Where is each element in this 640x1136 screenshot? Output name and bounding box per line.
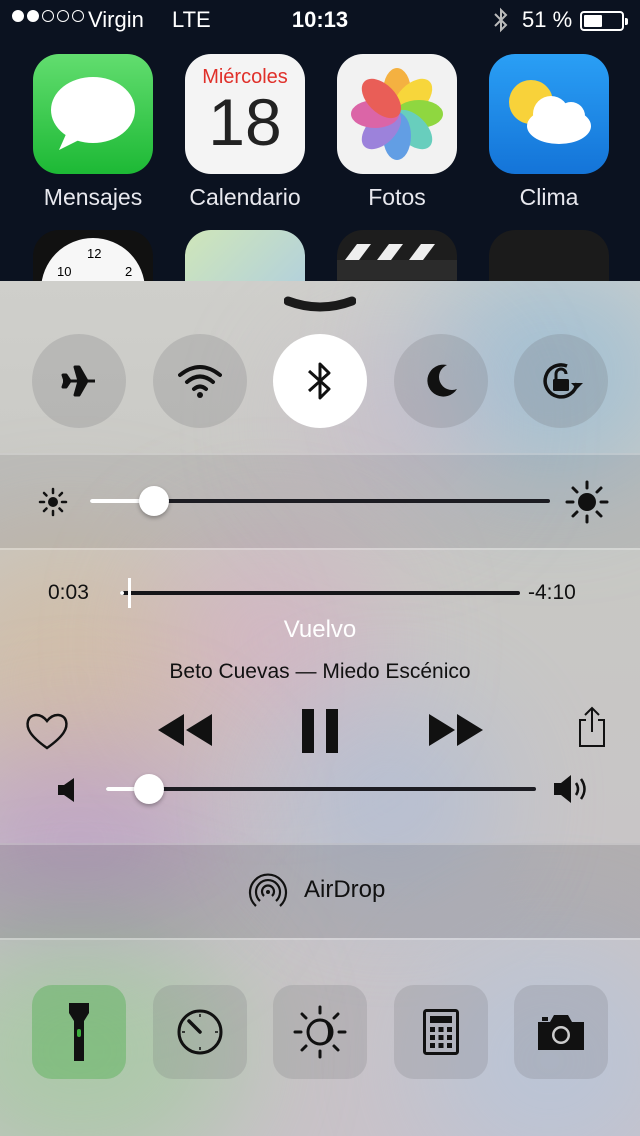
bluetooth-toggle[interactable] [273,334,367,428]
flashlight-button[interactable] [32,985,126,1079]
airdrop-label: AirDrop [304,876,386,903]
status-bar: Virgin LTE 10:13 51 % [0,0,640,40]
airdrop-icon [248,873,288,907]
calendar-date: 18 [208,85,282,159]
calculator-icon [423,1009,459,1055]
bluetooth-icon [307,362,331,400]
svg-text:12: 12 [87,246,101,261]
remaining-time: -4:10 [528,581,576,604]
wifi-toggle[interactable] [153,334,247,428]
elapsed-time: 0:03 [48,581,89,604]
home-screen: Mensajes Miércoles 18 Calendario Fotos C… [0,40,640,350]
chevron-down-icon[interactable] [283,295,357,315]
volume-slider[interactable] [106,787,536,791]
rotation-lock-toggle[interactable] [514,334,608,428]
app-label: Mensajes [43,184,143,210]
messages-app-icon[interactable] [33,54,153,174]
share-button[interactable] [576,706,608,753]
share-icon [579,706,605,747]
volume-low-icon [56,776,80,809]
volume-slider-knob[interactable] [134,774,164,804]
heart-icon[interactable] [24,710,70,757]
do-not-disturb-toggle[interactable] [394,334,488,428]
airplane-mode-toggle[interactable] [32,334,126,428]
battery-level-fill [584,15,603,27]
playback-progress-fill [120,591,124,595]
brightness-low-icon [38,487,68,522]
playback-scrubber-head[interactable] [128,578,131,608]
wifi-icon [178,365,222,398]
pause-button[interactable] [300,709,340,758]
song-artist-album: Beto Cuevas — Miedo Escénico [169,660,471,683]
app-label: Calendario [189,184,301,210]
airplane-icon [61,365,95,397]
app-label: Clima [519,184,579,210]
messages-icon [51,77,135,150]
song-title: Vuelvo [283,616,357,643]
flashlight-icon [69,1003,89,1061]
photos-app-icon[interactable] [337,54,457,174]
app-label: Fotos [368,184,426,210]
calendar-app-icon[interactable]: Miércoles 18 [185,54,305,174]
calculator-button[interactable] [394,985,488,1079]
airdrop-button[interactable]: AirDrop [240,866,410,914]
bluetooth-icon [492,6,510,40]
rewind-icon [158,714,212,746]
playback-scrubber[interactable] [120,591,520,595]
pause-icon [302,709,338,753]
camera-button[interactable] [514,985,608,1079]
weather-icon [509,80,591,144]
brightness-high-icon [564,479,610,530]
rotation-lock-icon [543,363,583,399]
camera-icon [538,1015,584,1050]
battery-percent: 51 % [522,7,573,32]
fast-forward-icon [429,714,483,746]
night-shift-button[interactable] [273,985,367,1079]
fast-forward-button[interactable] [427,712,485,753]
moon-icon [427,364,457,397]
night-shift-icon [293,1005,347,1059]
rewind-button[interactable] [156,712,214,753]
svg-text:2: 2 [125,264,132,279]
weather-app-icon[interactable] [489,54,609,174]
svg-text:10: 10 [57,264,71,279]
battery-icon [580,11,628,31]
volume-high-icon [552,772,592,811]
timer-button[interactable] [153,985,247,1079]
photos-icon [351,68,443,160]
timer-icon [177,1009,223,1055]
